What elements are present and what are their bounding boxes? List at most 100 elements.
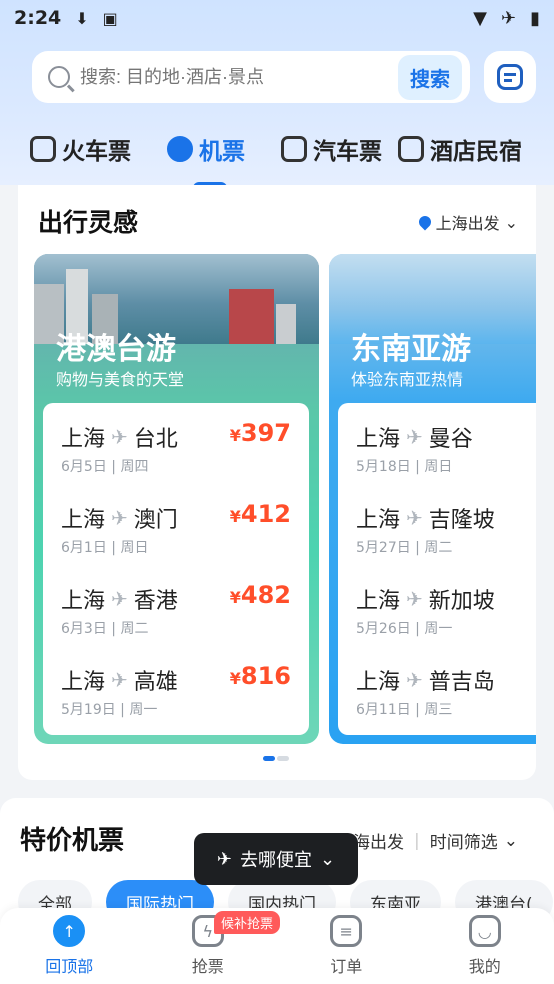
- tab-flight[interactable]: 机票: [167, 132, 245, 190]
- route-price-value: 412: [240, 500, 291, 528]
- hotel-icon: [398, 136, 424, 162]
- route-from: 上海: [61, 427, 106, 452]
- route-from: 上海: [356, 508, 401, 533]
- route-weekday: 周二: [120, 621, 149, 637]
- route-to: 曼谷: [428, 427, 473, 452]
- time-filter[interactable]: 时间筛选: [430, 828, 498, 853]
- inspiration-location-selector[interactable]: 上海出发 ⌄: [416, 210, 518, 234]
- route-to: 普吉岛: [428, 670, 495, 695]
- carousel-indicator: [263, 756, 289, 761]
- tab-hotel[interactable]: 酒店民宿: [398, 132, 522, 166]
- route-item[interactable]: 上海 ✈ 台北 6月5日 | 周四 ¥397: [61, 411, 291, 492]
- nav-label: 订单: [330, 957, 363, 976]
- tab-flight-label: 机票: [199, 139, 245, 165]
- nav-orders[interactable]: ≡ 订单: [277, 908, 416, 984]
- route-to: 香港: [133, 589, 178, 614]
- profile-icon: ◡: [468, 915, 501, 947]
- plane-icon: ✈: [111, 587, 128, 611]
- route-weekday: 周二: [424, 540, 453, 556]
- route-to: 澳门: [133, 508, 178, 533]
- route-weekday: 周日: [120, 540, 149, 556]
- tab-train-label: 火车票: [62, 139, 131, 165]
- route-item[interactable]: 上海 ✈ 曼谷 5月18日 | 周日: [356, 411, 536, 492]
- route-from: 上海: [356, 670, 401, 695]
- search-bar[interactable]: 搜索: [32, 51, 470, 103]
- inspiration-location: 上海出发: [435, 214, 500, 233]
- destination-title: 港澳台游: [56, 332, 176, 367]
- where-cheap-button[interactable]: ✈ 去哪便宜 ⌄: [194, 833, 358, 885]
- route-price: ¥482: [229, 581, 291, 609]
- plane-icon: ✈: [111, 506, 128, 530]
- plane-icon: [167, 136, 193, 162]
- nav-mine[interactable]: ◡ 我的: [416, 908, 554, 984]
- message-button[interactable]: [484, 51, 536, 103]
- route-date: 5月26日: [356, 621, 411, 637]
- plane-icon: ✈: [406, 425, 423, 449]
- nav-back-to-top[interactable]: ↑ 回顶部: [0, 908, 139, 984]
- route-weekday: 周日: [424, 459, 453, 475]
- inspiration-card: 出行灵感 上海出发 ⌄ 港澳台游 购物与美食的天堂 上海 ✈ 台北 6月5日 | 周…: [18, 185, 536, 780]
- route-weekday: 周三: [424, 702, 453, 718]
- search-icon: [48, 66, 70, 88]
- plane-icon: ✈: [406, 587, 423, 611]
- route-price: ¥412: [229, 500, 291, 528]
- transport-tabs: 火车票 机票 汽车票 酒店民宿: [0, 124, 554, 190]
- route-from: 上海: [356, 427, 401, 452]
- tab-train[interactable]: 火车票: [30, 132, 131, 166]
- route-date: 6月11日: [356, 702, 411, 718]
- route-weekday: 周四: [120, 459, 149, 475]
- plane-icon: ✈: [406, 506, 423, 530]
- destination-card-hk-macau-taiwan[interactable]: 港澳台游 购物与美食的天堂 上海 ✈ 台北 6月5日 | 周四 ¥397 上海 ✈ 澳门…: [34, 254, 319, 744]
- route-price-value: 482: [240, 581, 291, 609]
- airplane-mode-icon: ✈: [501, 7, 517, 29]
- route-from: 上海: [61, 670, 106, 695]
- route-item[interactable]: 上海 ✈ 普吉岛 6月11日 | 周三: [356, 654, 536, 735]
- destination-title: 东南亚游: [351, 332, 471, 367]
- search-input[interactable]: [80, 66, 398, 88]
- tab-hotel-label: 酒店民宿: [430, 139, 522, 165]
- message-icon: [497, 64, 523, 90]
- plane-icon: ✈: [111, 668, 128, 692]
- download-icon: ⬇: [75, 8, 89, 28]
- arrow-up-icon: ↑: [53, 915, 86, 947]
- route-weekday: 周一: [129, 702, 158, 718]
- route-price-value: 816: [240, 662, 291, 690]
- location-pin-icon: [416, 213, 434, 231]
- search-button[interactable]: 搜索: [398, 54, 462, 100]
- nav-label: 抢票: [191, 957, 224, 976]
- route-from: 上海: [61, 589, 106, 614]
- status-time: 2:24: [14, 7, 62, 29]
- where-cheap-label: 去哪便宜: [240, 850, 312, 871]
- route-item[interactable]: 上海 ✈ 高雄 5月19日 | 周一 ¥816: [61, 654, 291, 735]
- chevron-double-down-icon: ⌄: [320, 848, 336, 870]
- route-weekday: 周一: [424, 621, 453, 637]
- route-item[interactable]: 上海 ✈ 吉隆坡 5月27日 | 周二: [356, 492, 536, 573]
- route-date: 6月5日: [61, 459, 107, 475]
- route-date: 5月19日: [61, 702, 116, 718]
- route-item[interactable]: 上海 ✈ 香港 6月3日 | 周二 ¥482: [61, 573, 291, 654]
- battery-icon: ▮: [530, 7, 540, 29]
- route-date: 5月18日: [356, 459, 411, 475]
- wifi-icon: ▼: [473, 7, 487, 29]
- status-bar: 2:24 ⬇ ▣ ▼ ✈ ▮: [0, 0, 554, 36]
- destination-subtitle: 购物与美食的天堂: [56, 370, 185, 389]
- nav-label: 回顶部: [45, 957, 94, 976]
- route-price-value: 397: [240, 419, 291, 447]
- inspiration-title: 出行灵感: [38, 208, 139, 237]
- plane-icon: ✈: [406, 668, 423, 692]
- route-item[interactable]: 上海 ✈ 新加坡 5月26日 | 周一: [356, 573, 536, 654]
- tab-bus[interactable]: 汽车票: [281, 132, 382, 166]
- deals-title: 特价机票: [20, 826, 125, 856]
- nav-label: 我的: [468, 957, 501, 976]
- route-item[interactable]: 上海 ✈ 澳门 6月1日 | 周日 ¥412: [61, 492, 291, 573]
- destination-card-southeast-asia[interactable]: 东南亚游 体验东南亚热情 上海 ✈ 曼谷 5月18日 | 周日 上海 ✈ 吉隆坡 5月2…: [329, 254, 536, 744]
- tab-bus-label: 汽车票: [313, 139, 382, 165]
- bus-icon: [281, 136, 307, 162]
- route-to: 新加坡: [428, 589, 495, 614]
- destination-subtitle: 体验东南亚热情: [351, 370, 464, 389]
- route-from: 上海: [356, 589, 401, 614]
- notification-icon: ▣: [102, 8, 118, 28]
- chevron-down-icon: ⌄: [503, 830, 518, 851]
- route-date: 6月1日: [61, 540, 107, 556]
- plane-icon: ✈: [111, 425, 128, 449]
